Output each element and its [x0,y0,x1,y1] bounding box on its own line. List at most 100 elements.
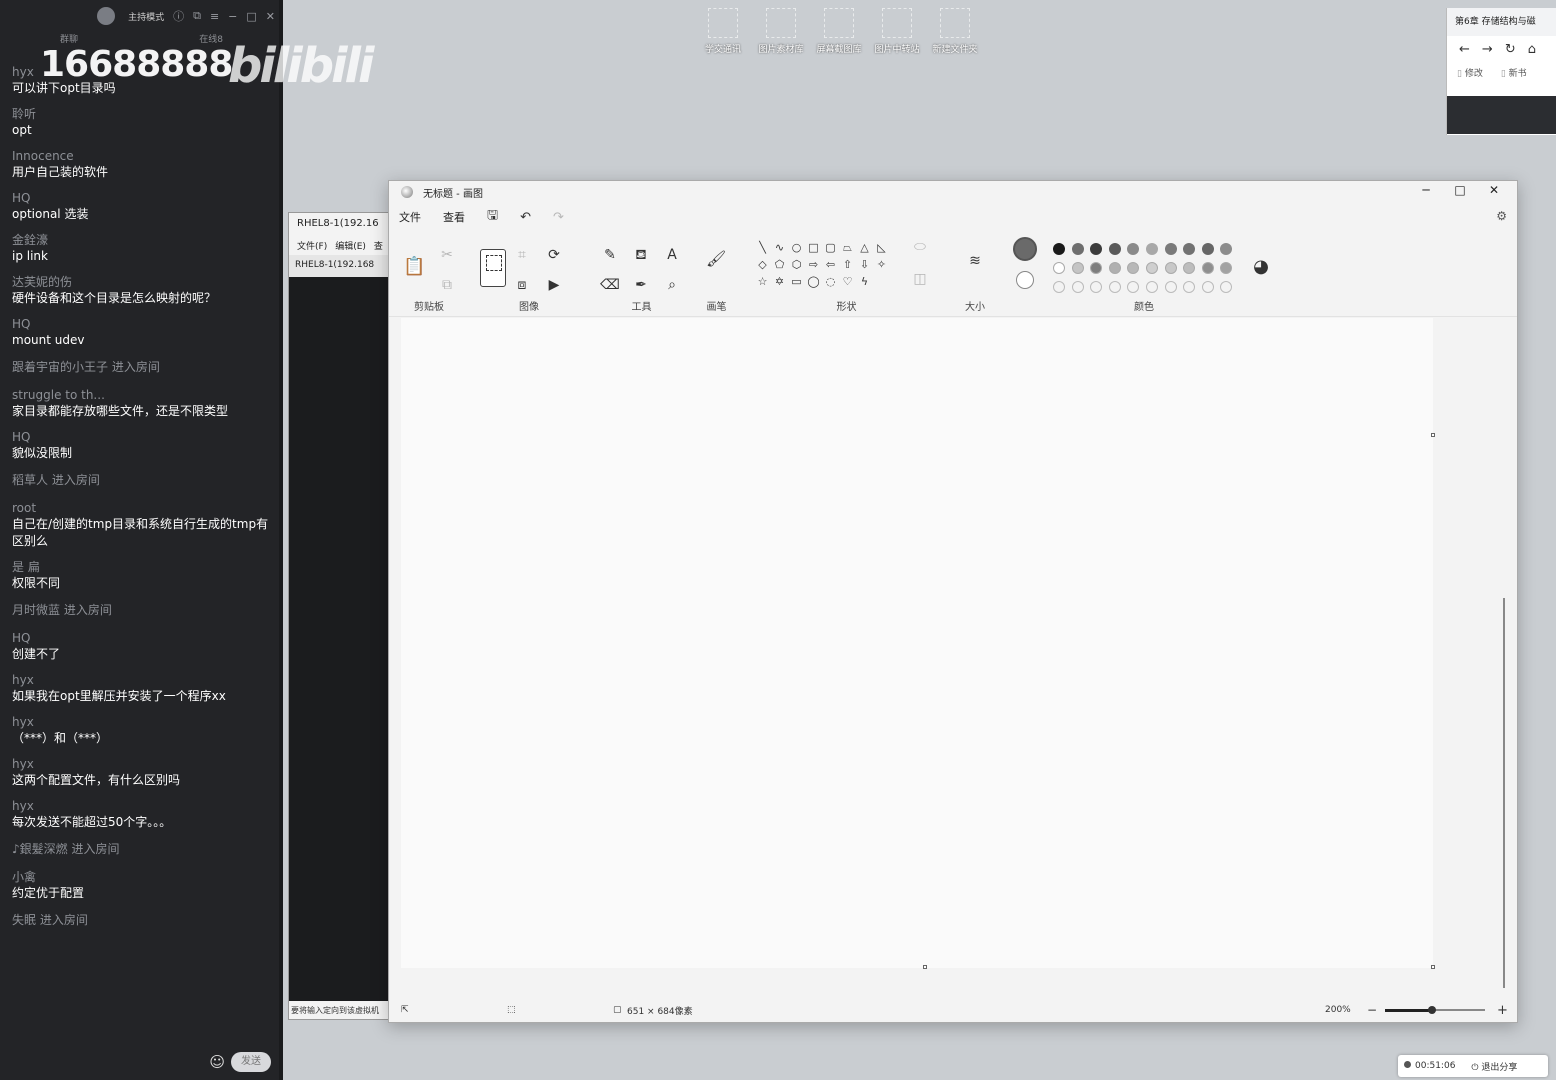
resize-handle-bottom[interactable] [923,965,927,969]
vm-menu-edit[interactable]: 编辑(E) [335,239,366,252]
custom-color-slot[interactable] [1108,280,1121,293]
outline-icon[interactable]: ⬭ [910,237,930,257]
chat-username[interactable]: HQ [12,316,274,332]
custom-color-slot[interactable] [1127,280,1140,293]
pencil-icon[interactable]: ✎ [600,245,620,265]
chat-username[interactable]: hyx [12,756,274,772]
chat-username[interactable]: HQ [12,429,274,445]
hexagon-shape-icon[interactable]: ⬡ [788,256,805,273]
edit-colors-icon[interactable]: ◕ [1251,257,1271,277]
emoji-icon[interactable]: ☺ [209,1053,225,1071]
callout-cloud-shape-icon[interactable]: ◌ [822,273,839,290]
custom-color-slot[interactable] [1090,280,1103,293]
chat-username[interactable]: HQ [12,630,274,646]
color1-swatch[interactable] [1013,237,1037,261]
palette-swatch[interactable] [1183,242,1196,255]
callout-oval-shape-icon[interactable]: ◯ [805,273,822,290]
palette-swatch[interactable] [1108,242,1121,255]
cut-icon[interactable]: ✂ [437,245,457,265]
desktop-icon-3[interactable]: 图片中转站 [874,8,920,55]
vm-tab[interactable]: RHEL8-1(192.168 [289,255,397,277]
resize-handle-right[interactable] [1431,433,1435,437]
menu-icon[interactable]: ≡ [210,10,219,23]
palette-swatch[interactable] [1183,261,1196,274]
chat-username[interactable]: 跟着宇宙的小王子 [12,360,108,374]
heart-shape-icon[interactable]: ♡ [839,273,856,290]
palette-swatch[interactable] [1090,261,1103,274]
zoom-out-icon[interactable]: − [1367,1003,1377,1017]
desktop-icon-0[interactable]: 学交通讯 [700,8,746,55]
rectangle-shape-icon[interactable]: □ [805,239,822,256]
close-button[interactable]: ✕ [1477,183,1511,197]
drawing-canvas[interactable] [401,318,1433,968]
home-icon[interactable]: ⌂ [1528,42,1536,58]
bookmark-item[interactable]: 新书 [1501,66,1527,82]
chat-username[interactable]: struggle to th... [12,387,274,403]
palette-swatch[interactable] [1164,242,1177,255]
custom-color-slot[interactable] [1183,280,1196,293]
star5-shape-icon[interactable]: ☆ [754,273,771,290]
online-count[interactable]: 在线8 [199,32,223,46]
eraser-icon[interactable]: ⌫ [600,275,620,295]
desktop-icon-4[interactable]: 新建文件夹 [932,8,978,55]
palette-swatch[interactable] [1053,261,1065,274]
color-picker-icon[interactable]: ✒ [631,275,651,295]
palette-swatch[interactable] [1090,242,1103,255]
right-triangle-shape-icon[interactable]: ◺ [873,239,890,256]
undo-icon[interactable]: ↶ [520,210,531,225]
chat-username[interactable]: root [12,500,274,516]
chat-username[interactable]: hyx [12,672,274,688]
custom-color-slot[interactable] [1071,280,1084,293]
magnifier-icon[interactable]: ⌕ [662,275,682,295]
close-icon[interactable]: ✕ [266,10,275,23]
zoom-slider[interactable] [1385,1006,1485,1014]
arrow-left-shape-icon[interactable]: ⇦ [822,256,839,273]
exit-share-button[interactable]: ⏻ 退出分享 [1471,1060,1517,1073]
callout-rect-shape-icon[interactable]: ▭ [788,273,805,290]
canvas-scrollbar[interactable] [1503,598,1505,988]
palette-swatch[interactable] [1201,261,1214,274]
vm-menu-view[interactable]: 查 [374,239,383,252]
custom-color-slot[interactable] [1201,280,1214,293]
palette-swatch[interactable] [1220,261,1233,274]
line-shape-icon[interactable]: ╲ [754,239,771,256]
group-chat-tab[interactable]: 群聊 [60,32,78,46]
chat-username[interactable]: hyx [12,714,274,730]
zoom-in-icon[interactable]: + [1497,1003,1508,1018]
triangle-shape-icon[interactable]: △ [856,239,873,256]
palette-swatch[interactable] [1145,242,1158,255]
fill-shape-icon[interactable]: ◫ [910,269,930,289]
palette-swatch[interactable] [1145,261,1158,274]
chat-scrollbar[interactable] [279,0,283,1080]
color2-swatch[interactable] [1016,271,1034,289]
select-button[interactable] [480,249,506,287]
paste-icon[interactable]: 📋 [403,257,425,277]
palette-swatch[interactable] [1220,242,1233,255]
custom-color-slot[interactable] [1164,280,1177,293]
arrow-right-shape-icon[interactable]: ⇨ [805,256,822,273]
pentagon-shape-icon[interactable]: ⬠ [771,256,788,273]
flip-icon[interactable]: ▶ [544,275,564,295]
vm-menu-file[interactable]: 文件(F) [297,239,327,252]
palette-swatch[interactable] [1127,242,1140,255]
star6-shape-icon[interactable]: ✡ [771,273,788,290]
send-button[interactable]: 发送 [231,1052,271,1072]
lightning-shape-icon[interactable]: ϟ [856,273,873,290]
chat-username[interactable]: 稻草人 [12,473,48,487]
settings-icon[interactable]: ⚙ [1496,209,1507,223]
info-icon[interactable]: ⓘ [173,8,184,24]
palette-swatch[interactable] [1127,261,1140,274]
oval-shape-icon[interactable]: ○ [788,239,805,256]
stroke-size-icon[interactable]: ≋ [965,251,985,271]
chat-username[interactable]: Innocence [12,148,274,164]
crop-icon[interactable]: ⌗ [512,245,532,265]
rotate-icon[interactable]: ⟳ [544,245,564,265]
palette-swatch[interactable] [1071,242,1084,255]
brush-icon[interactable]: 🖌 [706,249,726,269]
curve-shape-icon[interactable]: ∿ [771,239,788,256]
palette-swatch[interactable] [1201,242,1214,255]
forward-icon[interactable]: → [1482,42,1493,58]
reload-icon[interactable]: ↻ [1505,42,1516,58]
browser-tab[interactable]: 第6章 存储结构与磁 [1447,8,1556,36]
rounded-rect-shape-icon[interactable]: ▢ [822,239,839,256]
